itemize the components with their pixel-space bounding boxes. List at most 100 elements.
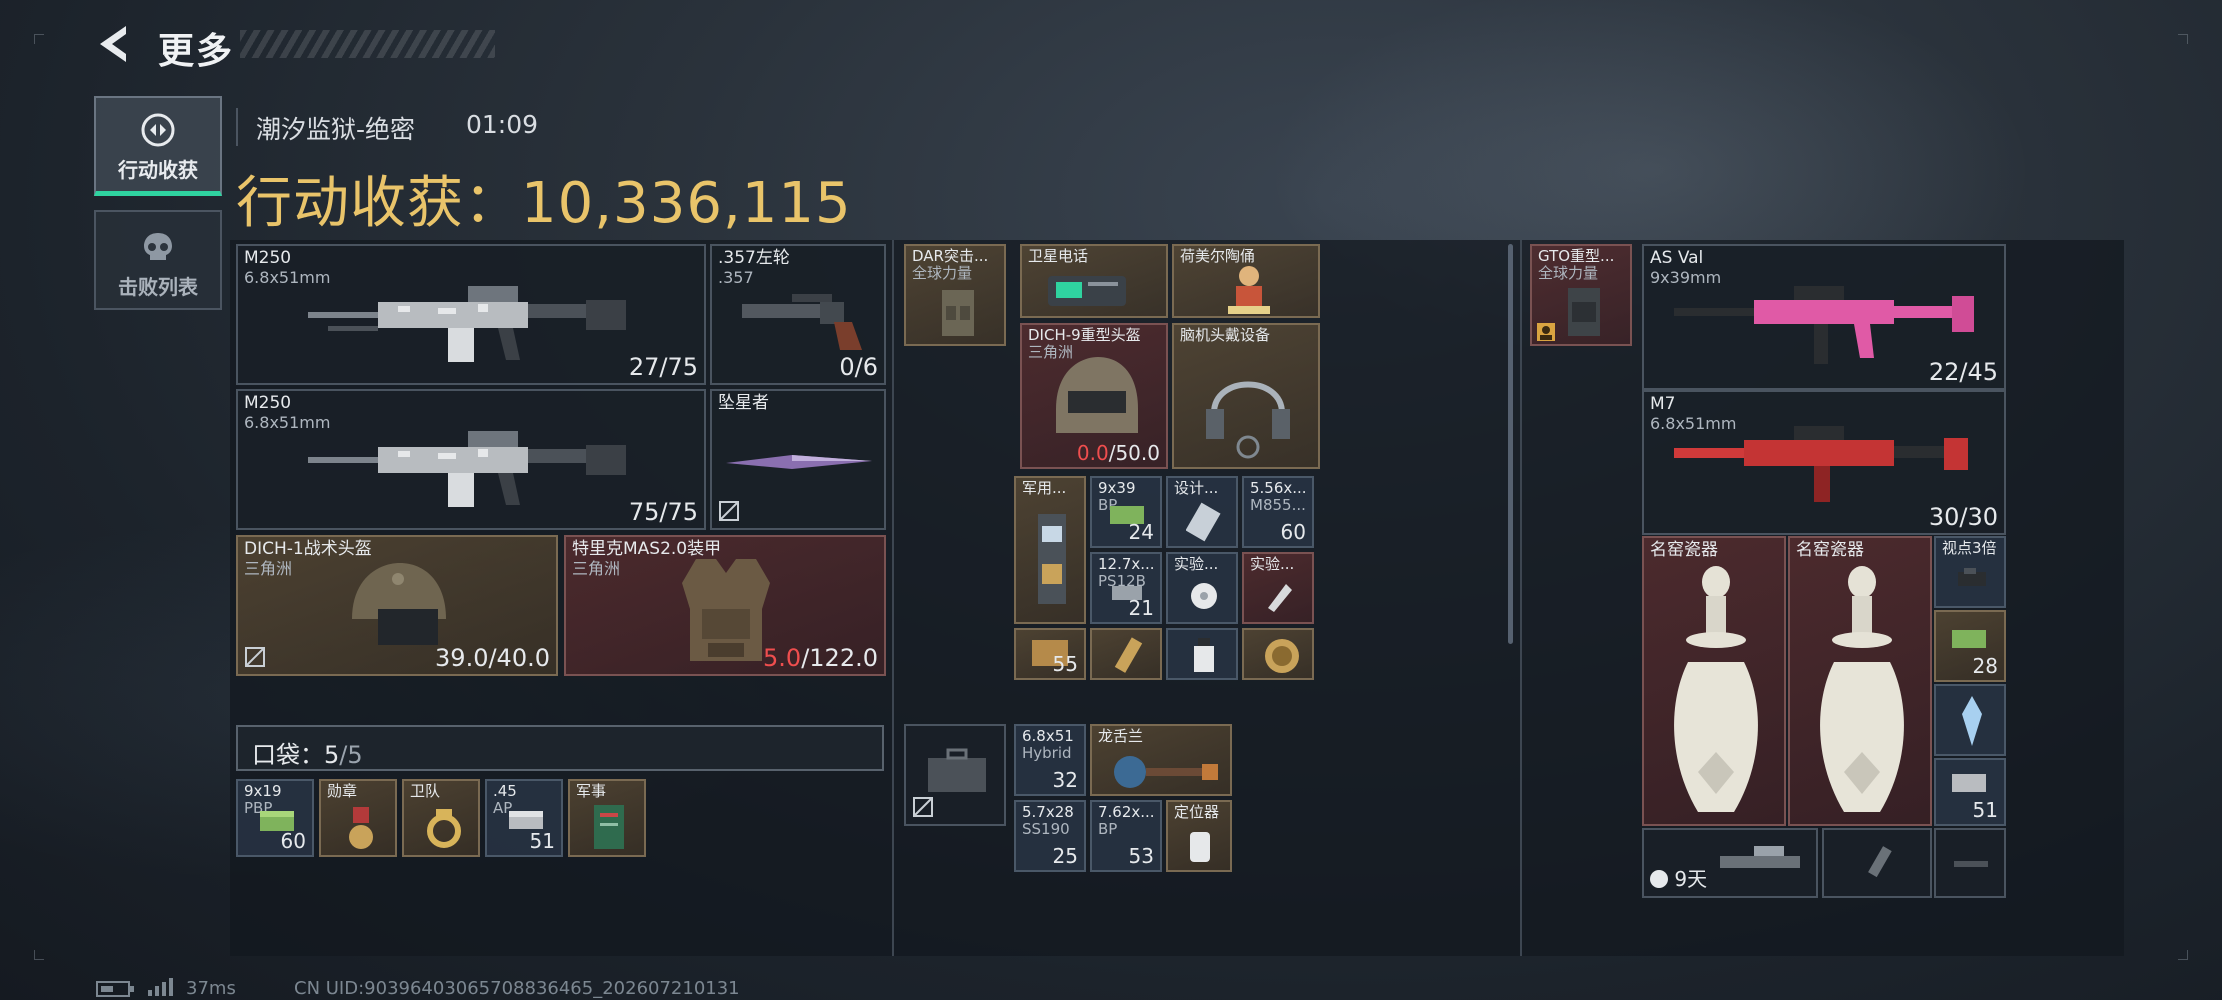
backpack-item-1[interactable]: 卫星电话 <box>1020 244 1168 318</box>
pocket-label: 口袋：5/5 <box>252 741 363 769</box>
grip-icon <box>1868 846 1892 878</box>
back-arrow-icon <box>100 26 126 62</box>
case-item-5[interactable]: 定位器 <box>1166 800 1232 872</box>
bottle-icon <box>1194 638 1214 672</box>
melee-slot[interactable]: 坠星者 <box>710 389 886 530</box>
weapon-name: .357左轮 <box>718 248 790 268</box>
backpack-item-13[interactable] <box>1090 628 1162 680</box>
stash-vase-2[interactable]: 名窑瓷器 <box>1788 536 1932 826</box>
case-item-4[interactable]: 7.62x... BP 53 <box>1090 800 1162 872</box>
scope-icon <box>1958 568 1986 586</box>
stash-scope[interactable]: 视点3倍 <box>1934 536 2006 608</box>
pocket-slot-5[interactable]: 军事 <box>568 779 646 857</box>
headset-icon <box>1206 381 1290 459</box>
armor-origin: 三角洲 <box>572 559 621 578</box>
stash-vase-1[interactable]: 名窑瓷器 <box>1642 536 1786 826</box>
teammate-icon <box>1537 323 1555 341</box>
stash-attachment-1[interactable] <box>1822 828 1932 898</box>
item-sub: BP <box>1098 820 1118 838</box>
stash-small-item-3[interactable]: 51 <box>1934 758 2006 826</box>
item-count: 21 <box>1128 596 1154 620</box>
item-name: 实验... <box>1174 555 1219 573</box>
backpack-item-14[interactable] <box>1166 628 1238 680</box>
case-item-1[interactable]: 6.8x51 Hybrid 32 <box>1014 724 1086 796</box>
item-name: .45 <box>493 782 517 800</box>
item-name: 7.62x... <box>1098 803 1155 821</box>
item-count: 53 <box>1128 844 1154 868</box>
rifle-icon <box>1674 426 1968 502</box>
backpack-item-12[interactable]: 55 <box>1014 628 1086 680</box>
corner-mark <box>2178 34 2188 44</box>
backpack-item-15[interactable] <box>1242 628 1314 680</box>
divider <box>236 108 238 146</box>
item-count: 32 <box>1052 768 1078 792</box>
suppressor-icon <box>1954 861 1988 867</box>
stash-attachment-2[interactable] <box>1934 828 2006 898</box>
backpack-item-8[interactable]: 5.56x... M855... 60 <box>1242 476 1314 548</box>
rental-timer: 9天 <box>1650 863 1707 892</box>
corner-mark <box>34 950 44 960</box>
sidearm-slot[interactable]: .357左轮 .357 0/6 <box>710 244 886 385</box>
item-count: 51 <box>1972 798 1998 822</box>
backpack-item-2[interactable]: 荷美尔陶俑 <box>1172 244 1320 318</box>
pocket-header: 口袋：5/5 <box>236 725 884 771</box>
stash-weapon-1[interactable]: AS Val 9x39mm 22/45 <box>1642 244 2006 390</box>
pocket-slot-1[interactable]: 9x19 PBP 60 <box>236 779 314 857</box>
item-count: 25 <box>1052 844 1078 868</box>
locator-icon <box>1190 832 1210 862</box>
machine-gun-icon <box>308 431 626 507</box>
lab-tool-icon <box>1268 584 1292 612</box>
heavy-rig-icon <box>1568 288 1600 336</box>
stash-rental-slot[interactable]: 9天 <box>1642 828 1818 898</box>
revolver-icon <box>742 294 862 350</box>
item-count: 60 <box>1280 520 1306 544</box>
stash-small-item-1[interactable]: 28 <box>1934 610 2006 682</box>
lab-disc-icon <box>1191 583 1217 609</box>
ping-text: 37ms <box>186 978 236 999</box>
case-slot[interactable] <box>904 724 1006 826</box>
uid-text: CN UID:9039640306570883646​5_20260721013… <box>294 978 740 999</box>
operation-icon <box>141 113 175 147</box>
backpack-item-9[interactable]: 12.7x... PS12B 21 <box>1090 552 1162 624</box>
primary-weapon-slot-2[interactable]: M250 6.8x51mm 75/75 <box>236 389 706 530</box>
case-item-2[interactable]: 龙舌兰 <box>1090 724 1232 796</box>
stash-weapon-2[interactable]: M7 6.8x51mm 30/30 <box>1642 390 2006 535</box>
heavy-helmet-icon <box>1056 357 1138 433</box>
briefcase-icon <box>928 748 986 792</box>
backpack-item-10[interactable]: 实验... <box>1166 552 1238 624</box>
item-count: 55 <box>1052 652 1078 676</box>
tab-defeat-list[interactable]: 击败列表 <box>94 210 222 310</box>
ammo-count: 30/30 <box>1928 503 1998 531</box>
header-decoration <box>240 30 495 58</box>
helmet-slot[interactable]: DICH-1战术头盔 三角洲 39.0/40.0 <box>236 535 558 676</box>
item-name: 9x19 <box>244 782 282 800</box>
chest-rig-slot[interactable]: DAR突击... 全球力量 <box>904 244 1006 346</box>
backpack-item-11[interactable]: 实验... <box>1242 552 1314 624</box>
item-sub: M855... <box>1250 496 1306 514</box>
backpack-item-4[interactable]: 脑机头戴设备 <box>1172 323 1320 469</box>
tab-operation-haul[interactable]: 行动收获 <box>94 96 222 196</box>
stash-rig-slot[interactable]: GTO重型... 全球力量 <box>1530 244 1632 346</box>
melee-name: 坠星者 <box>718 393 769 413</box>
armor-slot[interactable]: 特里克MAS2.0装甲 三角洲 5.0/122.0 <box>564 535 886 676</box>
backpack-item-6[interactable]: 9x39 BP 24 <box>1090 476 1162 548</box>
rig-sub: 全球力量 <box>912 264 973 282</box>
porcelain-vase-icon <box>1820 566 1904 812</box>
pocket-slot-3[interactable]: 卫队 <box>402 779 480 857</box>
backpack-item-7[interactable]: 设计... <box>1166 476 1238 548</box>
stash-small-item-2[interactable] <box>1934 684 2006 756</box>
item-name: 9x39 <box>1098 479 1136 497</box>
backpack-scrollbar[interactable] <box>1508 244 1513 644</box>
panel-divider <box>892 240 894 956</box>
backpack-item-3[interactable]: DICH-9重型头盔 三角洲 0.0/50.0 <box>1020 323 1168 469</box>
back-button[interactable] <box>94 22 138 66</box>
tequila-bottle-icon <box>1114 756 1218 788</box>
primary-weapon-slot-1[interactable]: M250 6.8x51mm 27/75 <box>236 244 706 385</box>
military-device-icon <box>1038 514 1066 604</box>
pocket-slot-2[interactable]: 勋章 <box>319 779 397 857</box>
backpack-item-5[interactable]: 军用... <box>1014 476 1086 624</box>
figurine-icon <box>1228 266 1270 314</box>
case-item-3[interactable]: 5.7x28 SS190 25 <box>1014 800 1086 872</box>
pocket-slot-4[interactable]: .45 AP 51 <box>485 779 563 857</box>
item-name: 军事 <box>576 782 607 800</box>
